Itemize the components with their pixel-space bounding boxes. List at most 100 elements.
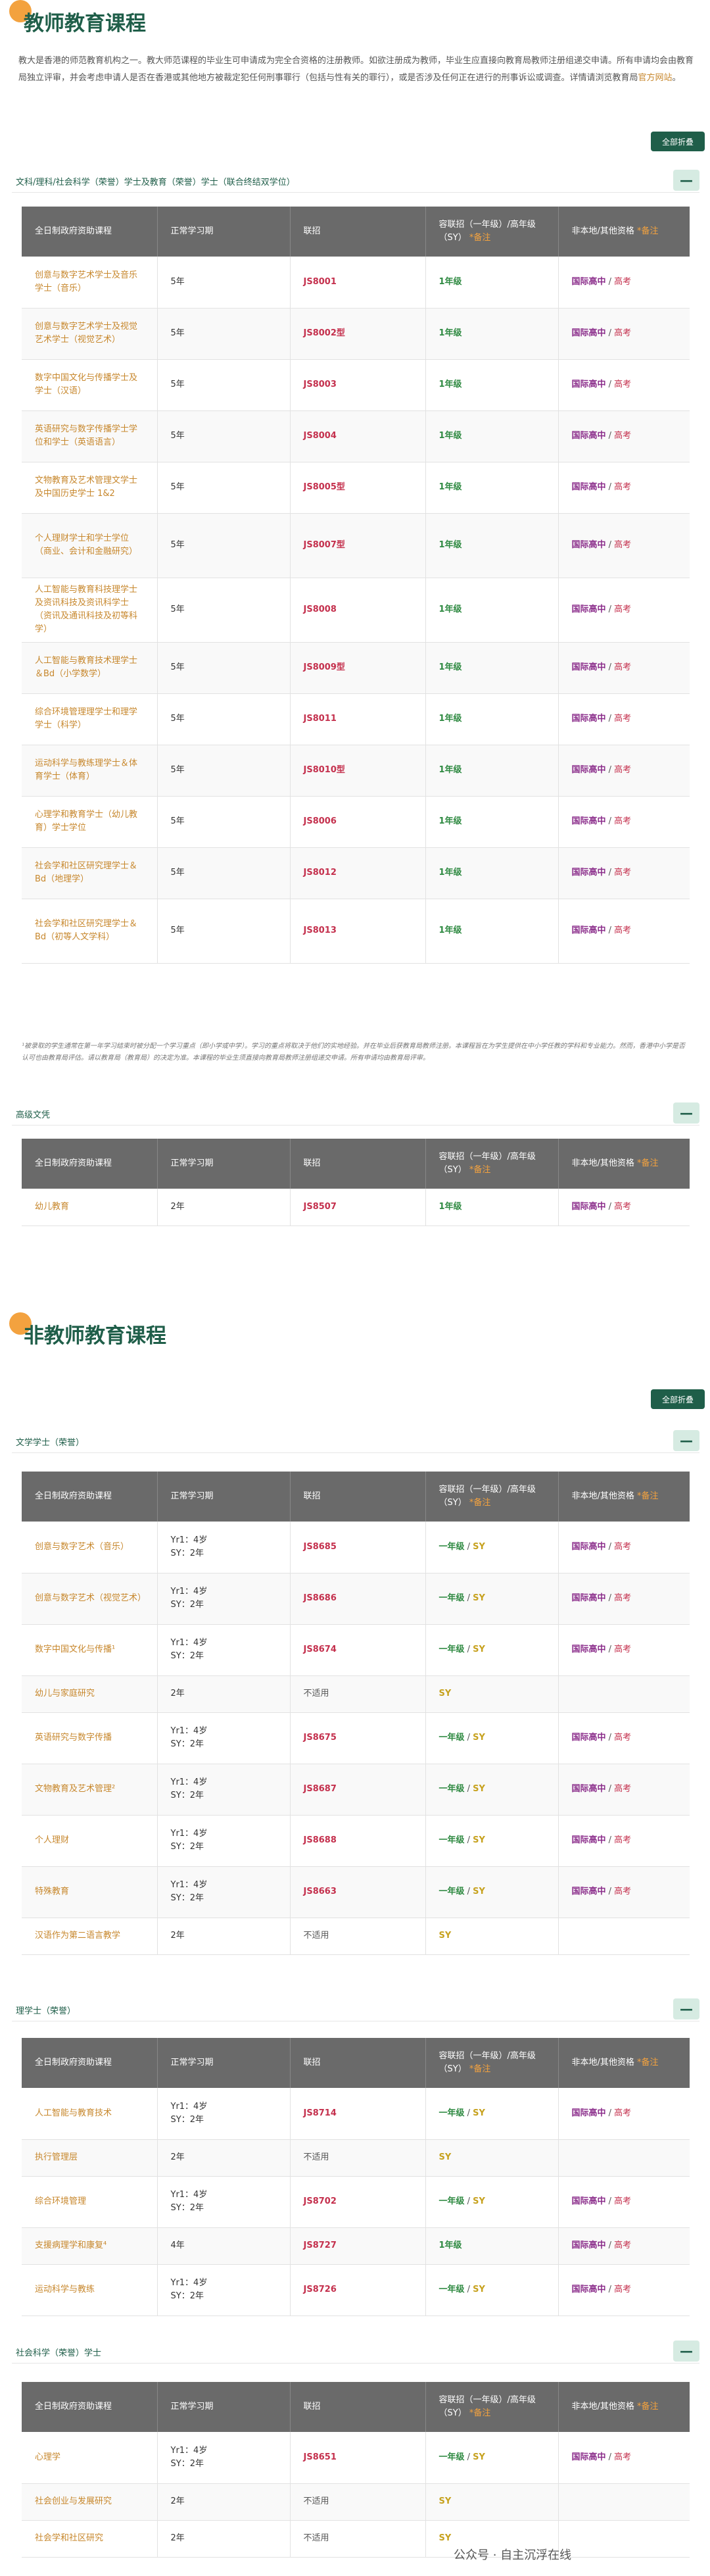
category-ba[interactable]: 文学学士（荣誉） — xyxy=(12,1428,699,1453)
jupas-code: JS8702 xyxy=(290,2176,426,2228)
qual-intl: 国际高中 xyxy=(571,662,606,672)
jupas-code: JS8685 xyxy=(290,1522,426,1573)
program-name-link[interactable]: 特殊教育 xyxy=(22,1866,158,1918)
th-entry-note[interactable]: *备注 xyxy=(469,1165,491,1175)
duration-line: SY：2年 xyxy=(170,1842,204,1852)
program-name-link[interactable]: 心理学 xyxy=(22,2432,158,2484)
th-entry-note[interactable]: *备注 xyxy=(469,233,491,243)
program-name-link[interactable]: 人工智能与教育技术理学士＆Bd（小学数学） xyxy=(22,642,158,694)
collapse-all-button[interactable]: 全部折叠 xyxy=(651,1389,705,1409)
collapse-minus-icon[interactable]: — xyxy=(673,1102,699,1124)
separator: / xyxy=(464,1835,473,1845)
category-bss[interactable]: 社会科学（荣誉）学士 — xyxy=(12,2339,699,2364)
table-row: 数字中国文化与传播¹ Yr1：4岁 SY：2年 JS8674 一年级 / SY 国际高中 … xyxy=(22,1624,690,1676)
collapse-all-button[interactable]: 全部折叠 xyxy=(651,132,705,151)
program-name-link[interactable]: 幼儿与家庭研究 xyxy=(22,1675,158,1713)
edb-link[interactable]: 官方网站 xyxy=(638,73,673,83)
qualification: 国际高中 / 高考 xyxy=(558,2088,690,2140)
jupas-code: 不适用 xyxy=(290,2520,426,2558)
category-bsc[interactable]: 理学士（荣誉） — xyxy=(12,1996,699,2021)
program-name-link[interactable]: 综合环境管理 xyxy=(22,2176,158,2228)
th-jupas: 联招 xyxy=(290,1139,426,1189)
jupas-code: JS8663 xyxy=(290,1866,426,1918)
th-nonlocal: 非本地/其他资格 *备注 xyxy=(558,207,690,257)
th-nonlocal-note[interactable]: *备注 xyxy=(637,2402,659,2412)
qual-intl: 国际高中 xyxy=(571,380,606,389)
program-name-link[interactable]: 社会学和社区研究理学士＆Bd（初等人文学科） xyxy=(22,899,158,964)
th-nonlocal-note[interactable]: *备注 xyxy=(637,2058,659,2068)
entry-year: 1年级 xyxy=(438,605,462,614)
program-name-link[interactable]: 英语研究与数字传播学士学位和学士（英语语言） xyxy=(22,410,158,462)
program-name-link[interactable]: 文物教育及艺术管理文学士及中国历史学士 1&2 xyxy=(22,462,158,514)
program-name-link[interactable]: 人工智能与教育技术 xyxy=(22,2088,158,2140)
duration-cell: 2年 xyxy=(157,2483,291,2521)
entry-level: 1年级 xyxy=(425,642,559,694)
th-program: 全日制政府资助课程 xyxy=(22,1139,158,1189)
qualification: 国际高中 / 高考 xyxy=(558,1712,690,1764)
table-header-row: 全日制政府资助课程 正常学习期 联招 容联招（一年级）/高年级（SY） *备注 … xyxy=(22,2038,690,2088)
qualification: 国际高中 / 高考 xyxy=(558,2432,690,2484)
program-name-link[interactable]: 运动科学与教练 xyxy=(22,2264,158,2316)
program-name-link[interactable]: 社会学和社区研究理学士＆Bd（地理学） xyxy=(22,847,158,899)
entry-level: 一年级 / SY xyxy=(425,1624,559,1676)
qual-gaokao: 高考 xyxy=(614,328,632,338)
program-name-link[interactable]: 数字中国文化与传播¹ xyxy=(22,1624,158,1676)
bsc-table: 全日制政府资助课程 正常学习期 联招 容联招（一年级）/高年级（SY） *备注 … xyxy=(22,2038,690,2316)
separator: / xyxy=(464,1645,473,1654)
qual-gaokao: 高考 xyxy=(614,2108,632,2118)
th-jupas: 联招 xyxy=(290,2038,426,2088)
qual-gaokao: 高考 xyxy=(614,2196,632,2206)
qual-intl: 国际高中 xyxy=(571,2452,606,2462)
qualification: 国际高中 / 高考 xyxy=(558,462,690,514)
collapse-minus-icon[interactable]: — xyxy=(673,1430,699,1451)
duration-cell: 2年 xyxy=(157,1189,291,1226)
program-name-link[interactable]: 数字中国文化与传播学士及学士（汉语） xyxy=(22,359,158,411)
category-joint-degree[interactable]: 文科/理科/社会科学（荣誉）学士及教育（荣誉）学士（联合终结双学位） — xyxy=(12,168,699,193)
program-name-link[interactable]: 文物教育及艺术管理² xyxy=(22,1764,158,1816)
jupas-code: JS8004 xyxy=(290,410,426,462)
program-name-link[interactable]: 创意与数字艺术（音乐） xyxy=(22,1522,158,1573)
jupas-code: JS8012 xyxy=(290,847,426,899)
separator: / xyxy=(464,1541,473,1552)
table-header-row: 全日制政府资助课程 正常学习期 联招 容联招（一年级）/高年级（SY） *备注 … xyxy=(22,1472,690,1522)
collapse-minus-icon[interactable]: — xyxy=(673,170,699,191)
program-name-link[interactable]: 创意与数字艺术学士及视觉艺术学士（视觉艺术） xyxy=(22,308,158,360)
program-name-link[interactable]: 支援病理学和康复⁴ xyxy=(22,2227,158,2265)
duration-cell: Yr1：4岁 SY：2年 xyxy=(157,2176,291,2228)
jupas-code: JS8686 xyxy=(290,1573,426,1625)
program-name-link[interactable]: 个人理财学士和学士学位（商业、会计和金融研究） xyxy=(22,513,158,578)
collapse-minus-icon[interactable]: — xyxy=(673,2341,699,2362)
qual-intl: 国际高中 xyxy=(571,765,606,775)
th-nonlocal-note[interactable]: *备注 xyxy=(637,1158,659,1168)
program-name-link[interactable]: 社会学和社区研究 xyxy=(22,2520,158,2558)
th-entry-note[interactable]: *备注 xyxy=(469,2408,491,2418)
jupas-code: 不适用 xyxy=(290,2139,426,2177)
th-nonlocal-note[interactable]: *备注 xyxy=(637,226,659,236)
th-jupas: 联招 xyxy=(290,207,426,257)
th-entry-note[interactable]: *备注 xyxy=(469,1498,491,1508)
program-name-link[interactable]: 创意与数字艺术学士及音乐学士（音乐） xyxy=(22,257,158,309)
program-name-link[interactable]: 汉语作为第二语言教学 xyxy=(22,1918,158,1955)
program-name-link[interactable]: 创意与数字艺术（视觉艺术） xyxy=(22,1573,158,1625)
program-name-link[interactable]: 人工智能与教育科技理学士及资讯科技及资讯科学士（资讯及通讯科技及初等科学） xyxy=(22,578,158,643)
th-entry: 容联招（一年级）/高年级（SY） *备注 xyxy=(425,207,559,257)
program-name-link[interactable]: 执行管理层 xyxy=(22,2139,158,2177)
program-name-link[interactable]: 幼儿教育 xyxy=(22,1189,158,1226)
collapse-minus-icon[interactable]: — xyxy=(673,1998,699,2019)
program-name-link[interactable]: 社会创业与发展研究 xyxy=(22,2483,158,2521)
program-name-link[interactable]: 运动科学与教练理学士＆体育学士（体育） xyxy=(22,745,158,797)
entry-level: 1年级 xyxy=(425,693,559,745)
program-name-link[interactable]: 个人理财 xyxy=(22,1815,158,1867)
th-nonlocal-note[interactable]: *备注 xyxy=(637,1491,659,1501)
th-entry-note[interactable]: *备注 xyxy=(469,2064,491,2074)
duration-cell: 5年 xyxy=(157,745,291,797)
category-higher-diploma[interactable]: 高级文凭 — xyxy=(12,1101,699,1126)
duration-cell: Yr1：4岁 SY：2年 xyxy=(157,1624,291,1676)
program-name-link[interactable]: 综合环境管理理学士和理学学士（科学） xyxy=(22,693,158,745)
qualification: 国际高中 / 高考 xyxy=(558,2176,690,2228)
program-name-link[interactable]: 心理学和教育学士（幼儿教育）学士学位 xyxy=(22,796,158,848)
separator: / xyxy=(605,2285,615,2294)
duration-cell: 5年 xyxy=(157,693,291,745)
table-row: 英语研究与数字传播学士学位和学士（英语语言） 5年 JS8004 1年级 国际高中 / … xyxy=(22,410,690,462)
program-name-link[interactable]: 英语研究与数字传播 xyxy=(22,1712,158,1764)
